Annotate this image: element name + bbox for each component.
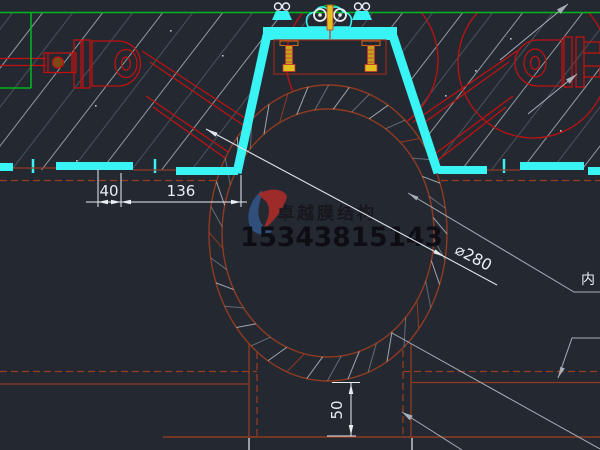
center-bolt [327, 5, 333, 30]
dim-50-label: 50 [328, 400, 346, 419]
point-marker [445, 95, 447, 97]
watermark-brand-text: 卓越膜结构 [277, 203, 377, 224]
point-marker [170, 30, 172, 32]
left-pin [53, 57, 64, 68]
cad-drawing-canvas: 卓越膜结构 15343815143 40 136 50 [0, 0, 600, 450]
bolt-nut [365, 65, 377, 72]
point-marker [222, 55, 224, 57]
right-annotation-partial: 内 [581, 272, 595, 288]
bolt-nut [283, 65, 295, 72]
cad-drawing-viewport: 卓越膜结构 15343815143 40 136 50 [0, 0, 600, 450]
point-marker [560, 130, 562, 132]
roller-pin-left [318, 13, 322, 17]
point-marker [510, 38, 512, 40]
dim-136-label: 136 [167, 182, 196, 200]
roller-pin-right [338, 13, 342, 17]
point-marker [475, 70, 477, 72]
watermark-phone-text: 15343815143 [240, 222, 443, 253]
dim-40-label: 40 [99, 182, 118, 200]
point-marker [76, 160, 78, 162]
point-marker [95, 105, 97, 107]
